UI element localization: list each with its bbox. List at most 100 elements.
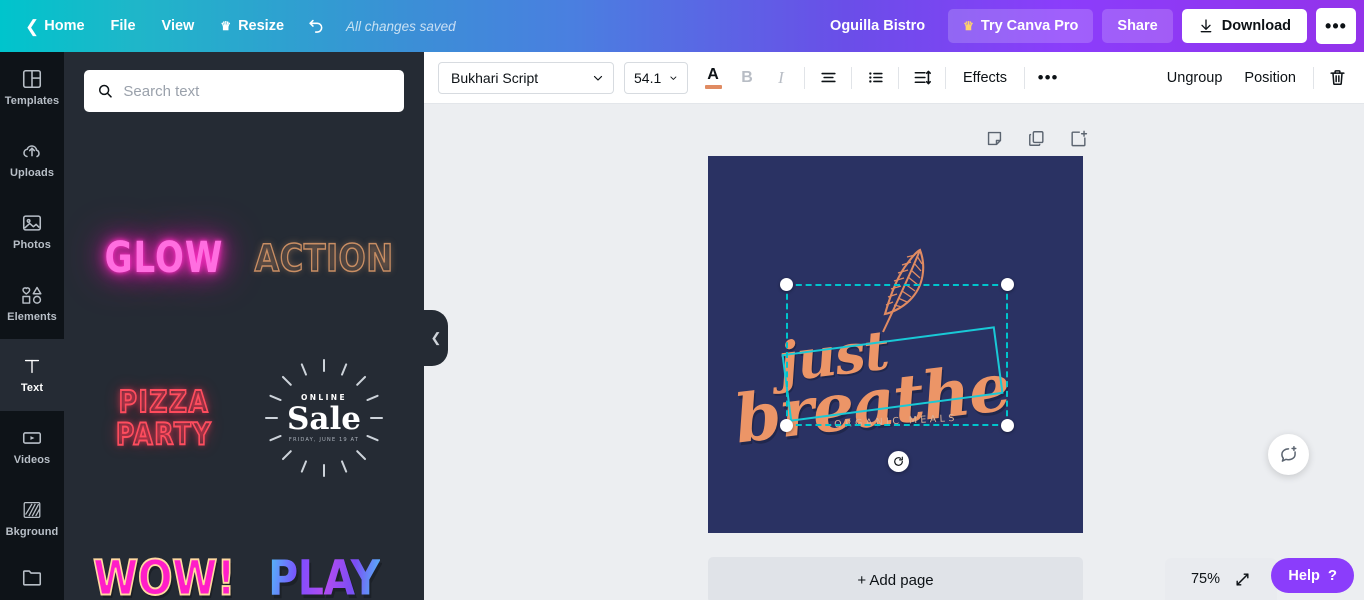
sidebar-item-bkground[interactable]: Bkground xyxy=(0,482,64,554)
top-bar-left: ❮ Home File View ♛ Resize All changes sa… xyxy=(0,10,456,43)
text-effect-action[interactable]: ACTION xyxy=(244,178,404,338)
text-effect-pizza-party[interactable]: PIZZA PARTY xyxy=(84,338,244,498)
italic-button[interactable]: I xyxy=(764,61,798,95)
notes-button[interactable] xyxy=(984,128,1004,148)
design-canvas[interactable]: just breathe ORGANIC MEALS xyxy=(708,156,1083,533)
chevron-left-icon: ❮ xyxy=(25,18,39,35)
sunburst-ray xyxy=(323,464,325,477)
text-effect-label: GLOW xyxy=(105,233,224,283)
download-label: Download xyxy=(1222,18,1291,34)
add-comment-button[interactable] xyxy=(1268,434,1309,475)
document-title[interactable]: Oguilla Bistro xyxy=(830,18,925,34)
chevron-left-icon: ❮ xyxy=(431,330,442,346)
menu-file[interactable]: File xyxy=(98,11,149,41)
crown-icon: ♛ xyxy=(963,20,974,32)
zoom-bar: 75% xyxy=(1165,558,1277,600)
crown-icon: ♛ xyxy=(220,20,231,32)
toolbar-divider xyxy=(945,67,946,89)
font-size-value: 54.1 xyxy=(634,70,661,86)
text-effect-play[interactable]: PLAY xyxy=(244,498,404,600)
share-label: Share xyxy=(1117,18,1157,34)
background-hatch-icon xyxy=(21,499,43,521)
add-page-bar[interactable]: + Add page xyxy=(708,557,1083,600)
menu-resize[interactable]: ♛ Resize xyxy=(207,11,297,41)
align-center-icon xyxy=(819,68,838,87)
resize-handle-top-right[interactable] xyxy=(1001,278,1014,291)
text-effect-glow[interactable]: GLOW xyxy=(84,178,244,338)
sidebar-item-uploads[interactable]: Uploads xyxy=(0,124,64,196)
effects-button[interactable]: Effects xyxy=(952,61,1018,95)
sidebar-item-label: Templates xyxy=(5,95,60,107)
canvas-work-area: just breathe ORGANIC MEALS + Add page xyxy=(424,104,1364,600)
sidebar-item-label: Videos xyxy=(14,454,50,466)
duplicate-page-icon xyxy=(1027,129,1046,148)
expand-button[interactable] xyxy=(1234,571,1251,588)
pizza-line1: PIZZA xyxy=(116,386,212,418)
trash-icon xyxy=(1328,68,1347,87)
bold-button[interactable]: B xyxy=(730,61,764,95)
menu-view[interactable]: View xyxy=(149,11,208,41)
menu-file-label: File xyxy=(111,18,136,34)
notes-icon xyxy=(985,129,1004,148)
sidebar-item-photos[interactable]: Photos xyxy=(0,195,64,267)
sunburst-ray xyxy=(269,435,282,442)
resize-handle-bottom-right[interactable] xyxy=(1001,419,1014,432)
resize-handle-top-left[interactable] xyxy=(780,278,793,291)
sidebar-item-videos[interactable]: Videos xyxy=(0,411,64,483)
add-page-icon xyxy=(1069,129,1088,148)
align-button[interactable] xyxy=(811,61,845,95)
help-button[interactable]: Help ? xyxy=(1271,558,1354,593)
sidebar-item-templates[interactable]: Templates xyxy=(0,52,64,124)
collapse-panel-button[interactable]: ❮ xyxy=(424,310,448,366)
toolbar-divider xyxy=(1313,67,1314,89)
resize-handle-bottom-left[interactable] xyxy=(780,419,793,432)
sidebar-item-elements[interactable]: Elements xyxy=(0,267,64,339)
shapes-icon xyxy=(20,284,44,306)
menu-view-label: View xyxy=(162,18,195,34)
sidebar-item-label: Bkground xyxy=(6,526,59,538)
toolbar-divider xyxy=(1024,67,1025,89)
zoom-level-value[interactable]: 75% xyxy=(1191,571,1220,587)
search-box[interactable] xyxy=(84,70,404,112)
sidebar-item-folder[interactable] xyxy=(0,554,64,600)
sunburst-ray xyxy=(341,460,348,473)
position-button[interactable]: Position xyxy=(1233,61,1307,95)
sunburst-ray xyxy=(282,450,293,461)
toolbar-divider xyxy=(804,67,805,89)
templates-icon xyxy=(21,68,43,90)
download-button[interactable]: Download xyxy=(1182,9,1307,43)
search-input[interactable] xyxy=(123,83,391,100)
question-mark-icon: ? xyxy=(1328,567,1337,584)
folder-icon xyxy=(21,566,43,588)
duplicate-page-button[interactable] xyxy=(1026,128,1046,148)
font-size-select[interactable]: 54.1 xyxy=(624,62,688,94)
add-page-button[interactable] xyxy=(1068,128,1088,148)
ungroup-button[interactable]: Ungroup xyxy=(1156,61,1234,95)
sunburst-ray xyxy=(269,394,282,401)
sidebar-item-text[interactable]: Text xyxy=(0,339,64,411)
try-canva-pro-button[interactable]: ♛ Try Canva Pro xyxy=(948,9,1093,43)
sunburst-ray xyxy=(300,460,307,473)
position-label: Position xyxy=(1244,70,1296,86)
home-button[interactable]: ❮ Home xyxy=(12,11,98,42)
selection-bounding-box[interactable] xyxy=(786,284,1008,426)
chevron-down-icon xyxy=(669,72,678,84)
font-family-select[interactable]: Bukhari Script xyxy=(438,62,614,94)
sidebar-item-label: Uploads xyxy=(10,167,54,179)
top-bar-more-button[interactable]: ••• xyxy=(1316,8,1356,44)
left-rail: Templates Uploads Photos xyxy=(0,52,64,600)
text-color-button[interactable]: A xyxy=(696,61,730,95)
text-effect-online-sale[interactable]: ONLINE Sale FRIDAY, JUNE 19 AT xyxy=(244,338,404,498)
undo-button[interactable] xyxy=(297,10,336,43)
list-button[interactable] xyxy=(858,61,892,95)
top-bar: ❮ Home File View ♛ Resize All changes sa… xyxy=(0,0,1364,52)
current-color-swatch xyxy=(705,85,722,89)
delete-button[interactable] xyxy=(1320,61,1354,95)
toolbar-more-button[interactable]: ••• xyxy=(1031,61,1065,95)
expand-arrows-icon xyxy=(1234,571,1251,588)
rotate-handle[interactable] xyxy=(888,451,909,472)
sunburst-ray xyxy=(300,363,307,376)
spacing-button[interactable] xyxy=(905,61,939,95)
text-effect-wow[interactable]: WOW! xyxy=(84,498,244,600)
share-button[interactable]: Share xyxy=(1102,9,1172,43)
